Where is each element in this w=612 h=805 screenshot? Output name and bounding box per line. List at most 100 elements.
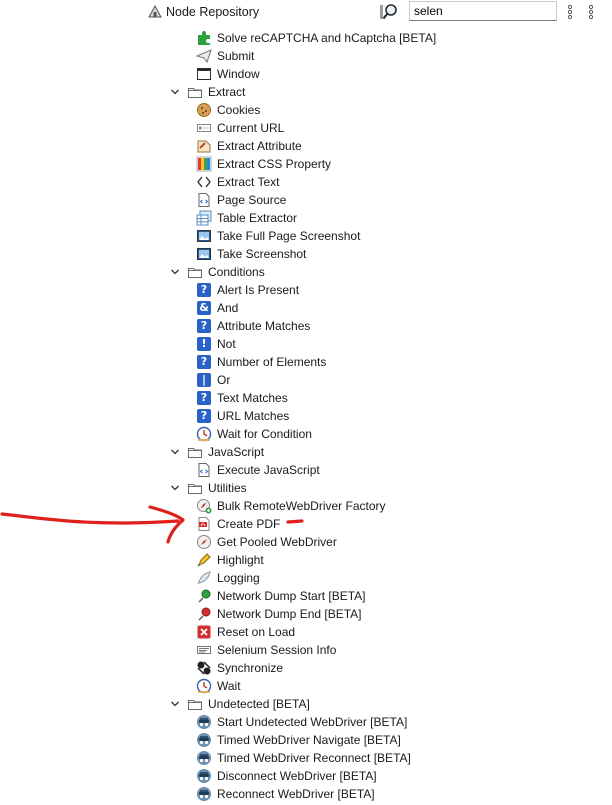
green-pin-icon <box>196 588 212 604</box>
condition-glyph: ? <box>197 409 211 423</box>
url-field-icon <box>196 120 212 136</box>
tree-item-label: Extract CSS Property <box>217 157 332 171</box>
tree-item[interactable]: Execute JavaScript <box>196 461 320 479</box>
tree-item[interactable]: Current URL <box>196 119 284 137</box>
tree-item[interactable]: Extract Text <box>196 173 279 191</box>
question-icon: ? <box>196 282 212 298</box>
tree-item-label: Wait <box>217 679 241 693</box>
tree-item[interactable]: | Or <box>196 371 230 389</box>
tree-item[interactable]: Submit <box>195 47 255 65</box>
more-options-icon[interactable] <box>587 4 595 20</box>
tree-item-label: Network Dump End [BETA] <box>217 607 362 621</box>
tree-item[interactable]: ? Alert Is Present <box>196 281 299 299</box>
tree-item[interactable]: Window <box>196 65 260 83</box>
tree-item-label: Timed WebDriver Reconnect [BETA] <box>217 751 411 765</box>
tree-item[interactable]: Timed WebDriver Navigate [BETA] <box>196 731 401 749</box>
tree-item[interactable]: Timed WebDriver Reconnect [BETA] <box>196 749 411 767</box>
tree-item-label: Page Source <box>217 193 287 207</box>
node-repository-header: Node Repository <box>0 0 612 24</box>
tree-item-label: Submit <box>217 49 255 63</box>
tree-item[interactable]: Page Source <box>196 191 286 209</box>
tree-item[interactable]: Reset on Load <box>196 623 295 641</box>
css-palette-icon <box>196 156 212 172</box>
page-title: Node Repository <box>166 5 260 19</box>
search-input[interactable] <box>410 2 558 20</box>
chevron-down-icon[interactable] <box>170 267 180 277</box>
tree-item[interactable]: ? Attribute Matches <box>196 317 310 335</box>
tree-item-label: Alert Is Present <box>217 283 300 297</box>
page-source-icon <box>196 192 212 208</box>
search-field[interactable] <box>409 1 558 21</box>
cookie-icon <box>196 102 212 118</box>
tree-item[interactable]: ? Text Matches <box>196 389 288 407</box>
chevron-down-icon[interactable] <box>170 447 180 457</box>
tree-item[interactable]: Extract CSS Property <box>196 155 331 173</box>
tree-item[interactable]: ! Not <box>196 335 236 353</box>
tree-item[interactable]: ? Number of Elements <box>196 353 326 371</box>
tree-item[interactable]: Take Full Page Screenshot <box>196 227 360 245</box>
tree-item[interactable]: Take Screenshot <box>196 245 306 263</box>
tree-item-label: Synchronize <box>217 661 284 675</box>
tree-item-label: Or <box>217 373 231 387</box>
condition-glyph: ? <box>197 391 211 405</box>
chevron-down-icon[interactable] <box>170 699 180 709</box>
screenshot-icon <box>196 228 212 244</box>
tree-item[interactable]: Reconnect WebDriver [BETA] <box>196 785 375 803</box>
or-icon: | <box>196 372 212 388</box>
search-icon[interactable] <box>379 3 399 21</box>
tree-item-label: Window <box>217 67 260 81</box>
tree-item[interactable]: Create PDF <box>196 515 280 533</box>
tree-item[interactable]: Cookies <box>196 101 260 119</box>
tree-item[interactable]: ? URL Matches <box>196 407 289 425</box>
tree-item[interactable]: Disconnect WebDriver [BETA] <box>196 767 377 785</box>
tree-category[interactable]: Extract <box>170 83 245 101</box>
tree-item[interactable]: Table Extractor <box>196 209 297 227</box>
condition-glyph: ? <box>197 355 211 369</box>
and-icon: & <box>196 300 212 316</box>
tree-item-label: Execute JavaScript <box>217 463 320 477</box>
incognito-icon <box>196 750 212 766</box>
tree-item-label: Attribute Matches <box>217 319 311 333</box>
tree-item[interactable]: Wait <box>196 677 241 695</box>
tree-item-label: Selenium Session Info <box>217 643 337 657</box>
chevron-down-icon[interactable] <box>170 483 180 493</box>
tree-category-label: Conditions <box>208 265 265 279</box>
clock-icon <box>196 678 212 694</box>
compass-add-icon <box>196 498 212 514</box>
pdf-icon <box>196 516 212 532</box>
tree-item[interactable]: Get Pooled WebDriver <box>196 533 337 551</box>
tree-item[interactable]: Selenium Session Info <box>196 641 336 659</box>
red-x-icon <box>196 624 212 640</box>
chevron-down-icon[interactable] <box>170 87 180 97</box>
tree-item-label: Take Screenshot <box>217 247 307 261</box>
tree-item[interactable]: Logging <box>196 569 260 587</box>
tree-category-label: Extract <box>208 85 246 99</box>
tree-item[interactable]: Synchronize <box>196 659 283 677</box>
session-info-icon <box>196 642 212 658</box>
tree-item[interactable]: & And <box>196 299 238 317</box>
tree-item[interactable]: Extract Attribute <box>196 137 302 155</box>
question-icon: ? <box>196 318 212 334</box>
incognito-icon <box>196 732 212 748</box>
tree-item[interactable]: Wait for Condition <box>196 425 312 443</box>
not-icon: ! <box>196 336 212 352</box>
tree-category[interactable]: Utilities <box>170 479 247 497</box>
tree-item[interactable]: Bulk RemoteWebDriver Factory <box>196 497 386 515</box>
tree-item[interactable]: Highlight <box>196 551 264 569</box>
tree-item[interactable]: Solve reCAPTCHA and hCaptcha [BETA] <box>196 29 436 47</box>
condition-glyph: | <box>197 373 211 387</box>
tree-item[interactable]: Network Dump End [BETA] <box>196 605 362 623</box>
tree-item[interactable]: Start Undetected WebDriver [BETA] <box>196 713 407 731</box>
tree-category[interactable]: JavaScript <box>170 443 264 461</box>
condition-glyph: ? <box>197 319 211 333</box>
tree-item-label: Extract Text <box>217 175 280 189</box>
incognito-icon <box>196 786 212 802</box>
tree-item-label: Solve reCAPTCHA and hCaptcha [BETA] <box>217 31 437 45</box>
tree-category[interactable]: Undetected [BETA] <box>170 695 310 713</box>
tree-item[interactable]: Network Dump Start [BETA] <box>196 587 365 605</box>
view-menu-icon[interactable] <box>566 4 574 20</box>
feather-icon <box>196 570 212 586</box>
tree-item-label: Reset on Load <box>217 625 296 639</box>
tree-category[interactable]: Conditions <box>170 263 265 281</box>
tree-item-label: And <box>217 301 239 315</box>
